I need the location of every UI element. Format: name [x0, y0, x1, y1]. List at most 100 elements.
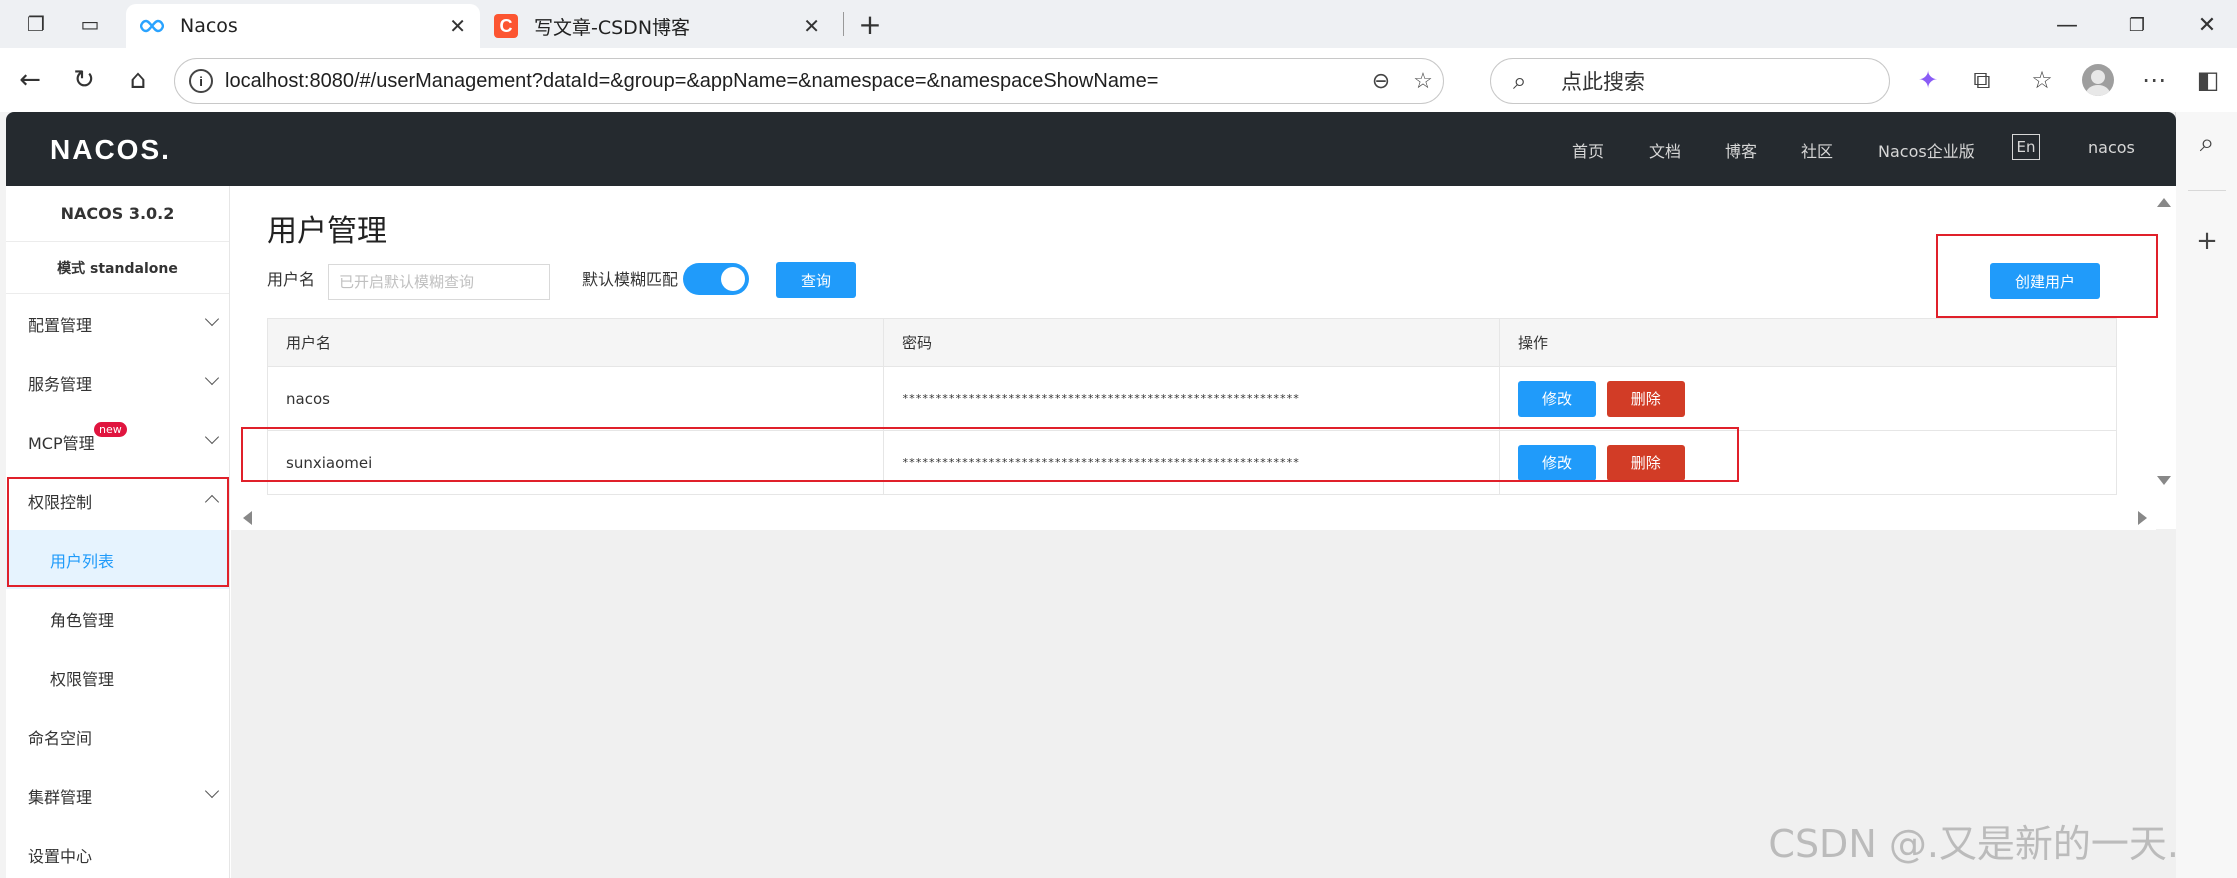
menu-mcp-management[interactable]: MCP管理 new — [6, 412, 229, 471]
restore-icon[interactable]: ❐ — [2122, 10, 2152, 40]
horizontal-scrollbar[interactable] — [231, 504, 2156, 530]
user-table: 用户名 密码 操作 nacos ************************… — [267, 318, 2117, 495]
profile-icon[interactable] — [2080, 62, 2116, 98]
cell-password: ****************************************… — [883, 366, 1500, 431]
sidebar-toggle-icon[interactable]: ◧ — [2190, 62, 2226, 98]
nav-blog[interactable]: 博客 — [1725, 138, 1757, 162]
nacos-infinity-icon — [140, 14, 164, 38]
site-info-icon[interactable]: i — [189, 69, 213, 93]
address-bar[interactable]: i localhost:8080/#/userManagement?dataId… — [174, 58, 1444, 104]
cell-actions: 修改 删除 — [1499, 430, 2117, 495]
favorite-star-icon[interactable]: ☆ — [1407, 65, 1439, 97]
add-icon[interactable]: + — [2190, 224, 2224, 258]
workspaces-icon[interactable]: ❐ — [22, 10, 50, 38]
menu-user-list[interactable]: 用户列表 — [6, 530, 229, 589]
mode-label: 模式 standalone — [6, 242, 229, 294]
delete-button[interactable]: 删除 — [1606, 444, 1685, 481]
url-text: localhost:8080/#/userManagement?dataId=&… — [225, 69, 1159, 92]
chevron-down-icon — [204, 370, 220, 386]
nav-enterprise[interactable]: Nacos企业版 — [1878, 138, 1975, 162]
menu-access-control[interactable]: 权限控制 — [6, 471, 229, 530]
edit-button[interactable]: 修改 — [1518, 444, 1596, 481]
username-search-input[interactable] — [328, 264, 550, 300]
fuzzy-match-toggle[interactable] — [683, 263, 749, 295]
search-icon: ⌕ — [1513, 67, 1527, 95]
delete-button[interactable]: 删除 — [1606, 380, 1685, 417]
search-icon[interactable]: ⌕ — [2190, 126, 2224, 160]
nav-community[interactable]: 社区 — [1801, 138, 1833, 162]
tab-csdn[interactable]: C 写文章-CSDN博客 ✕ — [480, 4, 834, 48]
back-icon[interactable]: ← — [12, 62, 48, 98]
tab-nacos[interactable]: Nacos ✕ — [126, 4, 480, 48]
tab-title: Nacos — [180, 15, 238, 37]
menu-config-management[interactable]: 配置管理 — [6, 294, 229, 353]
scroll-down-arrow-icon[interactable] — [2157, 476, 2171, 485]
column-header-username: 用户名 — [267, 318, 884, 367]
more-menu-icon[interactable]: ⋯ — [2136, 62, 2172, 98]
cell-password: ****************************************… — [883, 430, 1500, 495]
scroll-up-arrow-icon[interactable] — [2157, 198, 2171, 207]
menu-label: 权限控制 — [28, 492, 93, 512]
tab-divider — [843, 12, 844, 36]
left-menu: NACOS 3.0.2 模式 standalone 配置管理 服务管理 MCP管… — [6, 186, 230, 878]
cell-username: sunxiaomei — [267, 430, 884, 495]
menu-settings[interactable]: 设置中心 — [6, 825, 229, 878]
tab-title: 写文章-CSDN博客 — [534, 16, 691, 39]
close-tab-icon[interactable]: ✕ — [449, 14, 466, 38]
chevron-down-icon — [204, 429, 220, 445]
top-nav: NACOS. 首页 文档 博客 社区 Nacos企业版 En nacos — [6, 112, 2176, 186]
table-row: sunxiaomei *****************************… — [267, 430, 2117, 495]
nacos-logo[interactable]: NACOS. — [50, 134, 171, 166]
cell-actions: 修改 删除 — [1499, 366, 2117, 431]
menu-label: 设置中心 — [28, 846, 93, 866]
scroll-right-arrow-icon[interactable] — [2138, 511, 2147, 525]
create-user-button[interactable]: 创建用户 — [1990, 263, 2100, 299]
favorites-icon[interactable]: ☆ — [2024, 62, 2060, 98]
nav-docs[interactable]: 文档 — [1649, 138, 1681, 162]
edit-button[interactable]: 修改 — [1518, 380, 1596, 417]
user-management-card: 用户管理 用户名 默认模糊匹配 查询 创建用户 用户名 密码 操作 nacos — [231, 186, 2176, 530]
main-content: 用户管理 用户名 默认模糊匹配 查询 创建用户 用户名 密码 操作 nacos — [231, 186, 2176, 878]
extensions-icon[interactable]: ⧉ — [1964, 62, 2000, 98]
current-user[interactable]: nacos — [2088, 138, 2135, 157]
nav-home[interactable]: 首页 — [1572, 138, 1604, 162]
chevron-down-icon — [204, 783, 220, 799]
search-placeholder: 点此搜索 — [1561, 70, 1645, 94]
browser-toolbar: ← ↻ ⌂ i localhost:8080/#/userManagement?… — [0, 48, 2237, 112]
toggle-knob — [721, 267, 745, 291]
search-button[interactable]: 查询 — [776, 262, 856, 298]
browser-sidebar: ⌕ + — [2175, 112, 2237, 878]
divider — [2188, 190, 2226, 191]
new-tab-icon[interactable]: + — [856, 8, 884, 41]
nacos-app: NACOS. 首页 文档 博客 社区 Nacos企业版 En nacos NAC… — [6, 112, 2176, 878]
watermark: CSDN @.又是新的一天. — [1768, 822, 2179, 866]
version-label: NACOS 3.0.2 — [6, 186, 229, 242]
page-title: 用户管理 — [267, 214, 387, 249]
table-row: nacos **********************************… — [267, 366, 2117, 431]
fuzzy-match-label: 默认模糊匹配 — [582, 270, 679, 289]
new-badge: new — [94, 422, 127, 437]
language-switch[interactable]: En — [2012, 134, 2040, 160]
chevron-down-icon — [204, 311, 220, 327]
close-tab-icon[interactable]: ✕ — [803, 14, 820, 38]
menu-namespace[interactable]: 命名空间 — [6, 707, 229, 766]
column-header-password: 密码 — [883, 318, 1500, 367]
column-header-actions: 操作 — [1499, 318, 2117, 367]
menu-permission-management[interactable]: 权限管理 — [6, 648, 229, 707]
cell-username: nacos — [267, 366, 884, 431]
close-window-icon[interactable]: ✕ — [2192, 10, 2222, 40]
vertical-tabs-icon[interactable]: ▭ — [76, 10, 104, 38]
home-icon[interactable]: ⌂ — [120, 62, 156, 98]
menu-cluster-management[interactable]: 集群管理 — [6, 766, 229, 825]
browser-tab-strip: ❐ ▭ Nacos ✕ C 写文章-CSDN博客 ✕ + — ❐ ✕ — [0, 0, 2237, 48]
search-box[interactable]: ⌕ 点此搜索 — [1490, 58, 1890, 104]
menu-label: 服务管理 — [28, 374, 93, 394]
refresh-icon[interactable]: ↻ — [66, 62, 102, 98]
menu-service-management[interactable]: 服务管理 — [6, 353, 229, 412]
menu-role-management[interactable]: 角色管理 — [6, 589, 229, 648]
copilot-icon[interactable]: ✦ — [1910, 62, 1946, 98]
chevron-up-icon — [204, 494, 220, 510]
zoom-icon[interactable]: ⊖ — [1365, 65, 1397, 97]
minimize-icon[interactable]: — — [2052, 10, 2082, 40]
scroll-left-arrow-icon[interactable] — [243, 511, 252, 525]
